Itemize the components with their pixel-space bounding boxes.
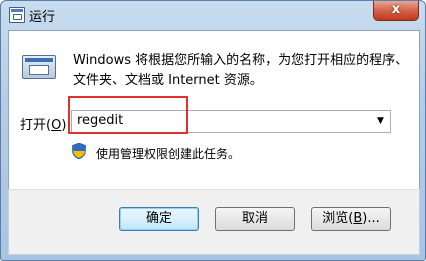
admin-note: 使用管理权限创建此任务。 xyxy=(96,147,241,161)
title-bar[interactable]: 运行 x xyxy=(1,1,425,29)
run-dialog: 运行 x Windows 将根据您所输入的名称，为您打开相应的程序、 文件夹、文… xyxy=(0,0,426,261)
dropdown-arrow-icon[interactable]: ▼ xyxy=(373,113,388,129)
open-label: 打开(O): xyxy=(20,118,71,133)
run-program-icon xyxy=(22,55,56,81)
description: Windows 将根据您所输入的名称，为您打开相应的程序、 文件夹、文档或 In… xyxy=(73,51,413,91)
description-line-1: Windows 将根据您所输入的名称，为您打开相应的程序、 xyxy=(73,53,409,68)
dialog-content: Windows 将根据您所输入的名称，为您打开相应的程序、 文件夹、文档或 In… xyxy=(8,30,420,190)
cancel-button[interactable]: 取消 xyxy=(215,207,295,231)
ok-button[interactable]: 确定 xyxy=(119,207,199,231)
browse-button[interactable]: 浏览(B)... xyxy=(311,207,391,231)
run-app-icon xyxy=(9,7,25,23)
close-icon: x xyxy=(391,2,401,17)
uac-shield-icon xyxy=(72,143,86,159)
description-line-2: 文件夹、文档或 Internet 资源。 xyxy=(73,73,263,88)
close-button[interactable]: x xyxy=(373,1,419,21)
highlight-annotation xyxy=(68,96,188,134)
window-title: 运行 xyxy=(29,10,56,25)
button-bar: 确定 取消 浏览(B)... xyxy=(8,189,420,255)
